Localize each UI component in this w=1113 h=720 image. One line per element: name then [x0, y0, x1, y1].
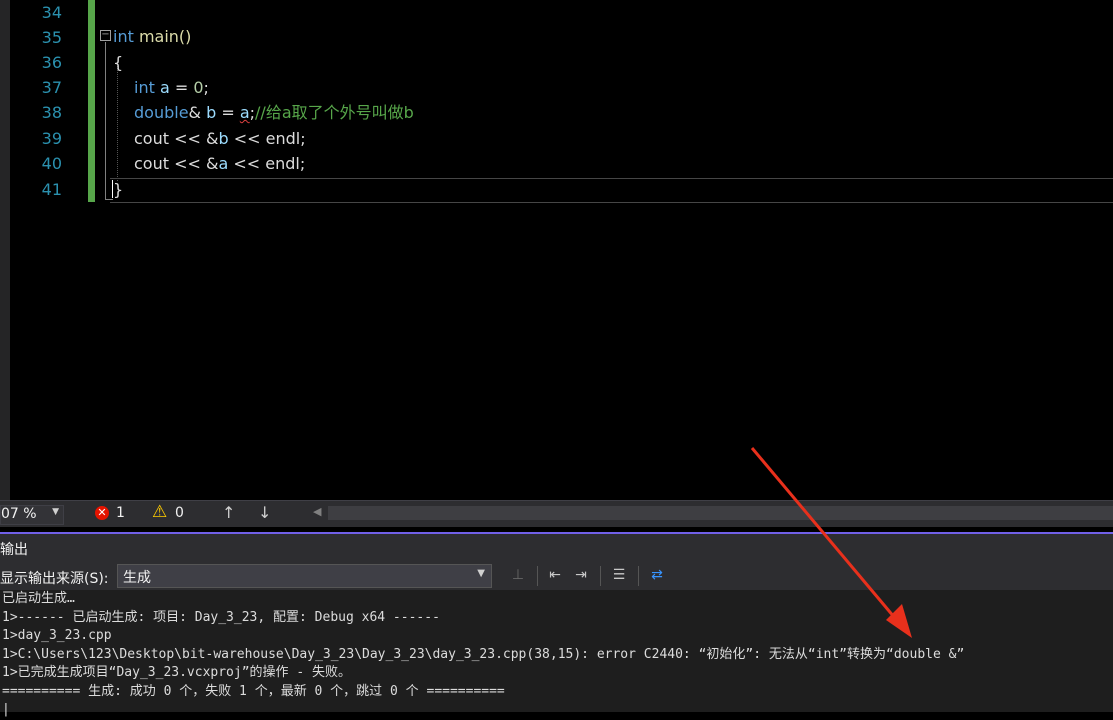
error-squiggle-variable[interactable]: a	[240, 103, 250, 122]
previous-message-icon[interactable]: ⇤	[546, 566, 564, 584]
keyword: double	[134, 103, 189, 122]
code-text: << endl;	[228, 154, 306, 173]
toolbar-separator	[600, 566, 601, 586]
code-text: cout << &	[134, 154, 219, 173]
chevron-down-icon: ▼	[52, 507, 59, 517]
line-number: 35	[41, 28, 62, 47]
number-literal: 0	[193, 78, 204, 97]
indent-guide	[117, 66, 118, 181]
comment: //给a取了个外号叫做b	[255, 103, 414, 122]
line-number: 41	[41, 180, 62, 199]
zoom-level: 07 %	[1, 506, 37, 522]
code-line-38[interactable]: double& b = a;//给a取了个外号叫做b	[134, 100, 414, 126]
close-brace: }	[113, 180, 124, 199]
operator: =	[169, 78, 194, 97]
line-number: 37	[41, 78, 62, 97]
warning-count[interactable]: 0	[175, 505, 184, 521]
line-number: 36	[41, 53, 62, 72]
code-line-39[interactable]: cout << &b << endl;	[134, 126, 306, 152]
text-caret	[112, 180, 113, 198]
editor-left-margin	[0, 0, 10, 500]
zoom-dropdown[interactable]: 07 % ▼	[0, 505, 64, 525]
output-line: 1>已完成生成项目“Day_3_23.vcxproj”的操作 - 失败。	[2, 665, 352, 680]
variable: a	[218, 154, 229, 173]
output-source-label: 显示输出来源(S):	[0, 571, 109, 587]
output-line: 已启动生成…	[2, 591, 75, 606]
previous-issue-arrow-icon[interactable]: ↑	[222, 503, 235, 522]
output-text-area[interactable]: 已启动生成… 1>------ 已启动生成: 项目: Day_3_23, 配置:…	[0, 590, 1113, 717]
output-line-error[interactable]: 1>C:\Users\123\Desktop\bit-warehouse\Day…	[2, 646, 964, 665]
error-icon[interactable]: ✕	[95, 506, 109, 520]
code-text: cout << &	[134, 129, 219, 148]
line-number: 40	[41, 154, 62, 173]
keyword: int	[134, 78, 155, 97]
output-panel: 输出 显示输出来源(S): 生成 ▼ ⊥ ⇤ ⇥ ☰ ⇄ 已启动生成… 1>--…	[0, 534, 1113, 717]
semicolon: ;	[203, 78, 209, 97]
fold-guide-line	[105, 42, 106, 200]
output-panel-title: 输出	[0, 542, 28, 558]
chevron-down-icon: ▼	[477, 568, 485, 579]
code-line-37[interactable]: int a = 0;	[134, 75, 209, 101]
line-number: 38	[41, 103, 62, 122]
code-text: << endl;	[228, 129, 306, 148]
code-line-36[interactable]: {	[113, 50, 123, 76]
reference-operator: &	[188, 103, 207, 122]
code-editor[interactable]: 34 35 36 37 38 39 40 41 − int main() { i…	[0, 0, 1113, 500]
output-source-value: 生成	[123, 570, 151, 586]
editor-status-bar: 07 % ▼ ✕ 1 ⚠ 0 ↑ ↓ ◀	[0, 500, 1113, 527]
output-line: 1>day_3_23.cpp	[2, 628, 112, 643]
function-name: main()	[138, 27, 192, 46]
variable: a	[159, 78, 170, 97]
keyword: int	[113, 27, 134, 46]
next-issue-arrow-icon[interactable]: ↓	[258, 503, 271, 522]
code-line-41[interactable]: }	[113, 177, 123, 203]
output-line: 1>------ 已启动生成: 项目: Day_3_23, 配置: Debug …	[2, 609, 440, 625]
find-message-in-code-icon[interactable]: ⊥	[509, 566, 527, 584]
operator: =	[216, 103, 240, 122]
change-indicator-bar	[88, 0, 95, 202]
line-number: 39	[41, 129, 62, 148]
error-count[interactable]: 1	[116, 505, 125, 521]
open-brace: {	[113, 53, 124, 72]
clear-all-icon[interactable]: ☰	[610, 566, 628, 584]
word-wrap-icon[interactable]: ⇄	[648, 566, 666, 584]
variable: b	[206, 103, 217, 122]
next-message-icon[interactable]: ⇥	[572, 566, 590, 584]
output-source-select[interactable]: 生成 ▼	[117, 564, 492, 588]
horizontal-scrollbar[interactable]	[328, 506, 1113, 520]
code-line-40[interactable]: cout << &a << endl;	[134, 151, 305, 177]
code-line-35[interactable]: int main()	[113, 24, 191, 50]
warning-icon[interactable]: ⚠	[152, 502, 167, 522]
toolbar-separator	[638, 566, 639, 586]
line-number: 34	[41, 3, 62, 22]
toolbar-separator	[537, 566, 538, 586]
output-line: ========== 生成: 成功 0 个，失败 1 个，最新 0 个，跳过 0…	[2, 683, 505, 699]
output-line: |	[2, 702, 10, 717]
variable: b	[218, 129, 229, 148]
scroll-left-arrow-icon[interactable]: ◀	[313, 505, 321, 518]
current-line-highlight	[110, 178, 1113, 203]
collapse-toggle-icon[interactable]: −	[100, 30, 111, 41]
